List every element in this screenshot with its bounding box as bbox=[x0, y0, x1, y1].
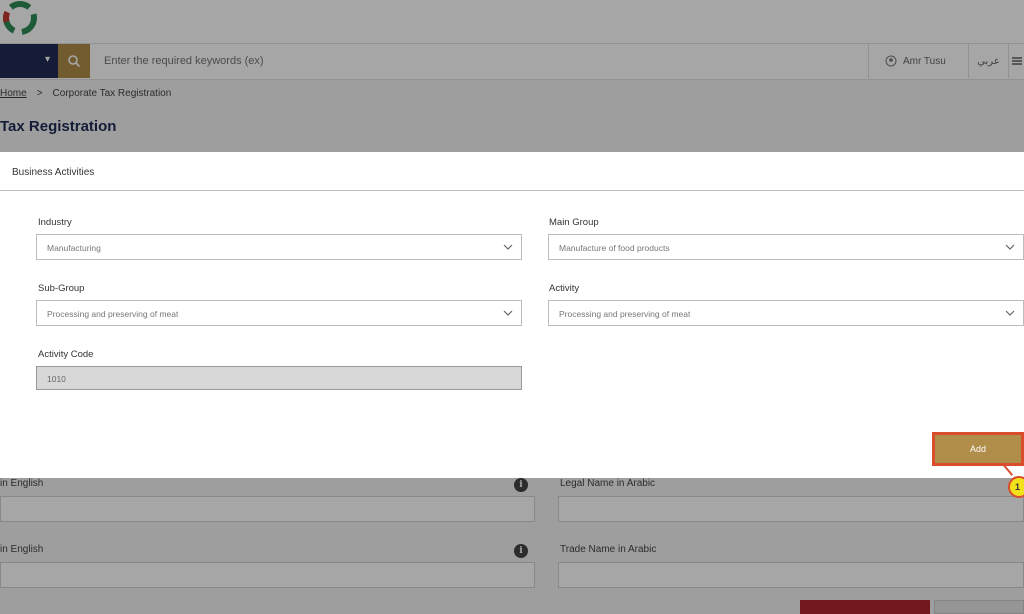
industry-value: Manufacturing bbox=[47, 243, 101, 253]
business-activities-modal: Business Activities Industry Manufacturi… bbox=[0, 152, 1024, 478]
add-button[interactable]: Add bbox=[932, 432, 1024, 466]
activity-code-field: 1010 bbox=[36, 366, 522, 390]
modal-title: Business Activities bbox=[12, 167, 95, 178]
activity-code-label: Activity Code bbox=[38, 349, 94, 360]
main-group-label: Main Group bbox=[549, 217, 599, 228]
industry-label: Industry bbox=[38, 217, 72, 228]
sub-group-value: Processing and preserving of meat bbox=[47, 309, 179, 319]
activity-label: Activity bbox=[549, 283, 580, 294]
chevron-down-icon bbox=[1005, 310, 1015, 316]
sub-group-select[interactable]: Processing and preserving of meat bbox=[36, 300, 522, 326]
step-marker: 1 bbox=[1008, 476, 1024, 498]
activity-value: Processing and preserving of meat bbox=[559, 309, 691, 319]
activity-code-value: 1010 bbox=[47, 374, 66, 384]
main-group-value: Manufacture of food products bbox=[559, 243, 670, 253]
main-group-select[interactable]: Manufacture of food products bbox=[548, 234, 1024, 260]
activity-select[interactable]: Processing and preserving of meat bbox=[548, 300, 1024, 326]
modal-header: Business Activities bbox=[0, 152, 1024, 191]
sub-group-label: Sub-Group bbox=[38, 283, 85, 294]
industry-select[interactable]: Manufacturing bbox=[36, 234, 522, 260]
chevron-down-icon bbox=[1005, 244, 1015, 250]
chevron-down-icon bbox=[503, 310, 513, 316]
chevron-down-icon bbox=[503, 244, 513, 250]
